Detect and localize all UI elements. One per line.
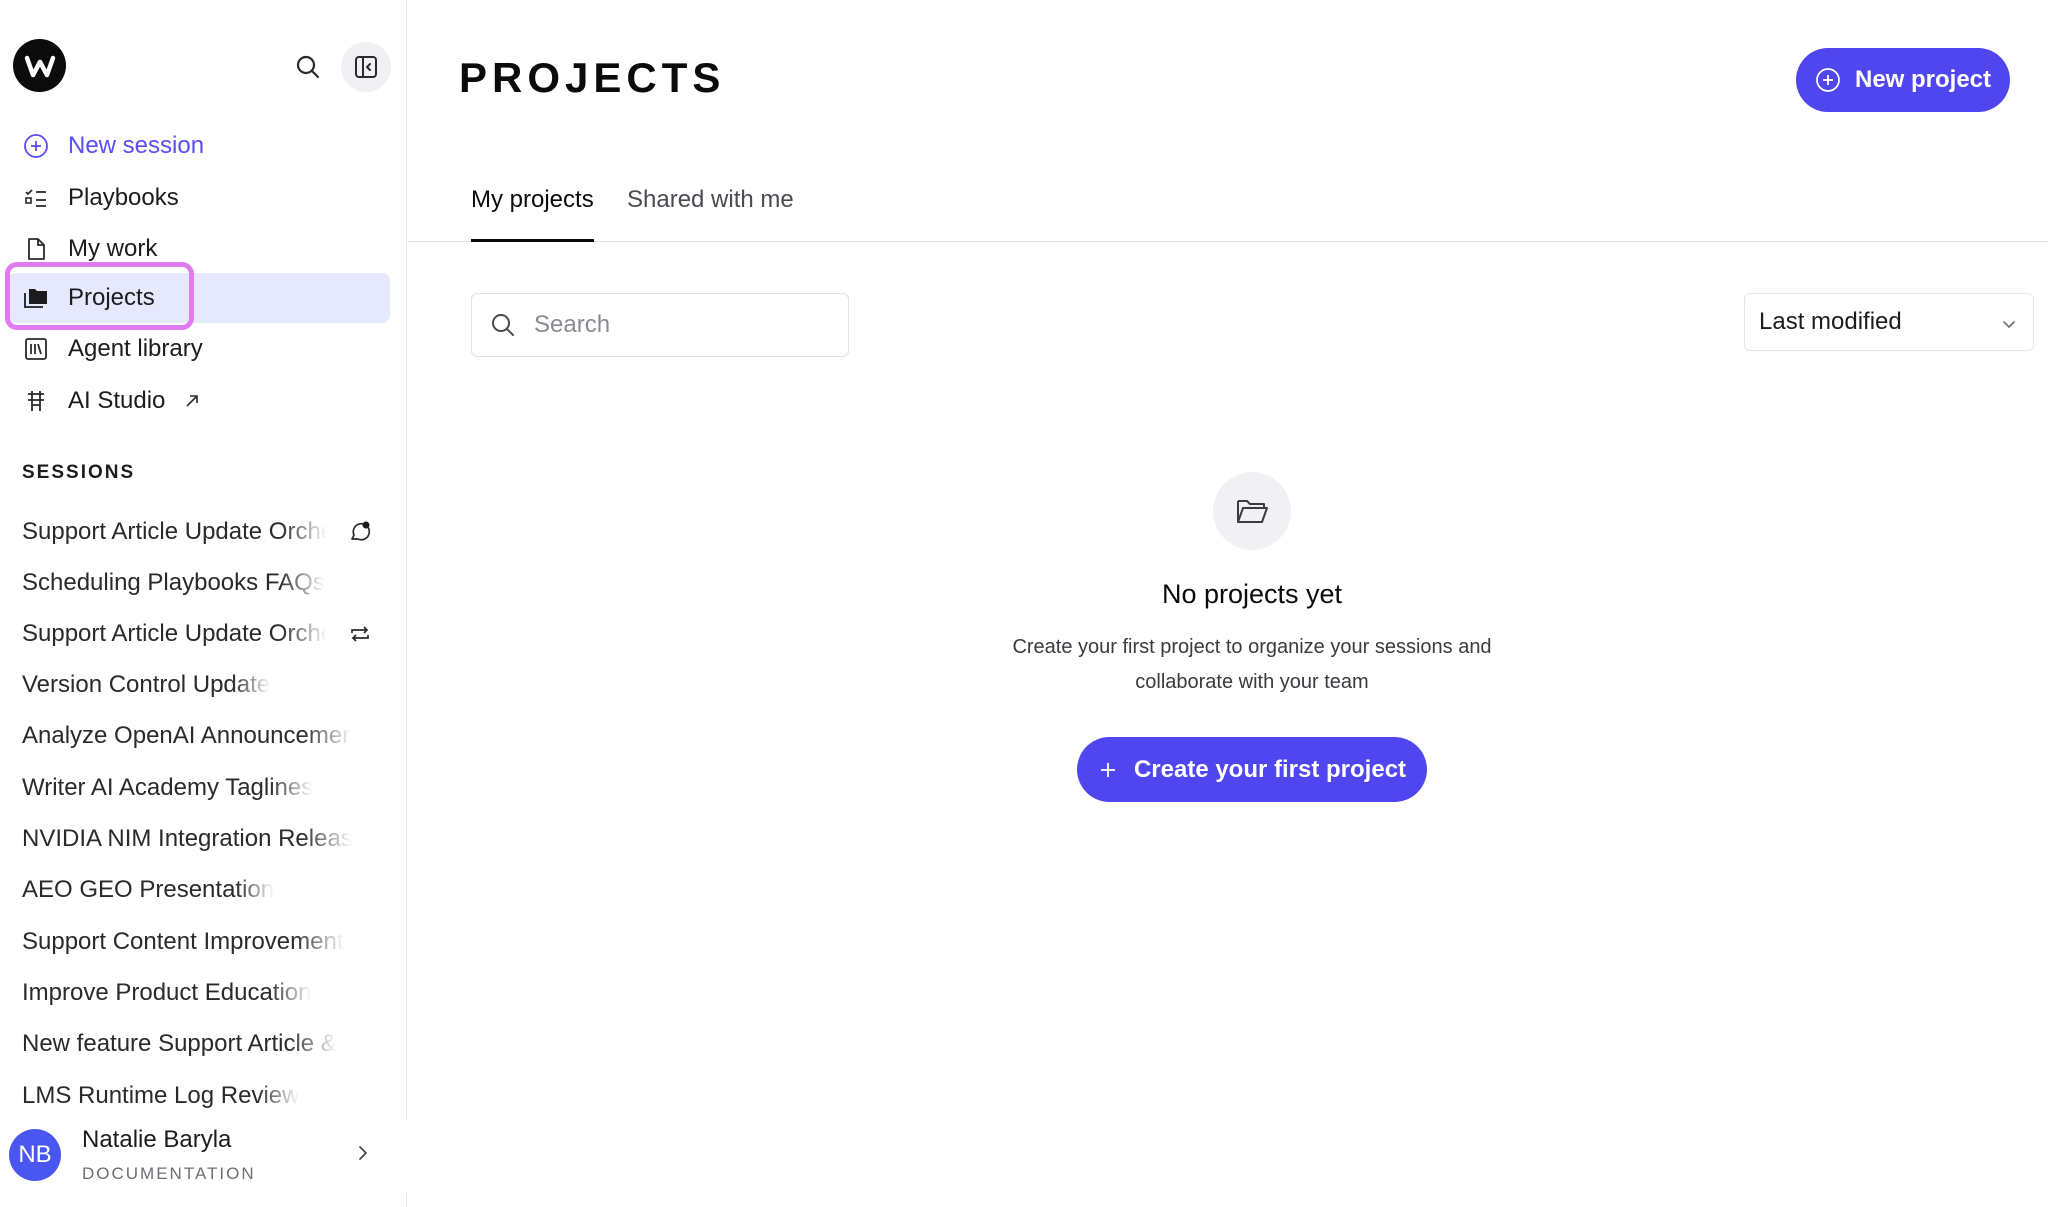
plus-icon — [1098, 760, 1118, 780]
session-title: Writer AI Academy Taglines — [22, 774, 314, 801]
nav-my-work[interactable]: My work — [8, 224, 390, 274]
session-item[interactable]: Support Article Update Orchestration — [22, 512, 382, 552]
session-title: Support Content Improvement — [22, 928, 344, 955]
nav-new-session[interactable]: New session — [8, 121, 390, 171]
tab-my-projects[interactable]: My projects — [471, 186, 594, 242]
session-item[interactable]: Scheduling Playbooks FAQs — [22, 563, 382, 603]
empty-state-description-line: collaborate with your team — [1135, 671, 1369, 693]
chevron-down-icon — [1999, 313, 2019, 341]
sidebar: New session Playbooks My work Projects A… — [0, 0, 407, 1207]
empty-state-description-line: Create your first project to organize yo… — [1012, 636, 1492, 658]
user-organization: DOCUMENTATION — [82, 1164, 256, 1183]
create-first-project-label: Create your first project — [1133, 755, 1407, 783]
nav-agent-library[interactable]: Agent library — [8, 324, 390, 374]
session-item[interactable]: LMS Runtime Log Review — [22, 1076, 382, 1116]
sessions-heading: SESSIONS — [22, 462, 136, 483]
studio-icon — [22, 387, 50, 415]
empty-folder-icon — [1213, 472, 1291, 550]
empty-state-description: Create your first project to organize yo… — [952, 630, 1552, 700]
session-title: Version Control Update — [22, 671, 271, 698]
nav-label: Projects — [68, 284, 155, 311]
nav-label: Playbooks — [68, 184, 179, 211]
sort-selected-value: Last modified — [1759, 308, 1902, 335]
create-first-project-button[interactable]: Create your first project — [1077, 737, 1427, 802]
session-title: NVIDIA NIM Integration Release — [22, 825, 352, 852]
tab-shared-with-me[interactable]: Shared with me — [627, 186, 794, 242]
search-icon — [296, 55, 320, 79]
repeat-icon — [346, 620, 374, 648]
page-title: PROJECTS — [459, 54, 726, 101]
new-project-button[interactable]: New project — [1796, 48, 2010, 112]
session-title: New feature Support Article & — [22, 1030, 337, 1057]
session-title: Support Article Update Orchestration — [22, 518, 327, 545]
avatar: NB — [9, 1129, 61, 1181]
session-item[interactable]: Analyze OpenAI Announcement — [22, 716, 382, 756]
nav-label: Agent library — [68, 335, 203, 362]
user-profile[interactable]: NB Natalie Baryla DOCUMENTATION — [0, 1120, 407, 1192]
session-title: Scheduling Playbooks FAQs — [22, 569, 325, 596]
session-item[interactable]: Support Content Improvement — [22, 922, 382, 962]
writer-logo[interactable] — [13, 39, 66, 92]
folders-icon — [22, 284, 50, 312]
nav-label: My work — [68, 235, 158, 262]
session-title: LMS Runtime Log Review — [22, 1082, 300, 1109]
nav-playbooks[interactable]: Playbooks — [8, 173, 390, 223]
nav-projects[interactable]: Projects — [8, 273, 390, 323]
sidebar-collapse-icon — [355, 56, 377, 78]
session-title: Analyze OpenAI Announcement — [22, 722, 352, 749]
nav-label: AI Studio — [68, 387, 166, 414]
project-search[interactable] — [471, 293, 849, 357]
session-item[interactable]: Writer AI Academy Taglines — [22, 768, 382, 808]
session-title: AEO GEO Presentation — [22, 876, 275, 903]
chevron-right-icon — [352, 1142, 374, 1169]
search-icon — [490, 312, 516, 338]
nav-label: New session — [68, 132, 205, 159]
plus-circle-icon — [22, 132, 50, 160]
session-item[interactable]: NVIDIA NIM Integration Release — [22, 819, 382, 859]
sidebar-search-button[interactable] — [283, 42, 333, 92]
logo-mark-icon — [24, 55, 55, 77]
session-title: Improve Product Education — [22, 979, 312, 1006]
document-icon — [22, 235, 50, 263]
collapse-sidebar-button[interactable] — [341, 42, 391, 92]
session-title: Support Article Update Orchestration — [22, 620, 327, 647]
sort-dropdown[interactable]: Last modified — [1744, 293, 2034, 351]
checklist-icon — [22, 184, 50, 212]
nav-ai-studio[interactable]: AI Studio — [8, 376, 390, 426]
session-item[interactable]: Improve Product Education — [22, 973, 382, 1013]
library-icon — [22, 335, 50, 363]
session-item[interactable]: AEO GEO Presentation — [22, 870, 382, 910]
session-item[interactable]: Support Article Update Orchestration — [22, 614, 382, 654]
search-input[interactable] — [534, 311, 824, 339]
new-project-label: New project — [1854, 66, 1992, 93]
plus-circle-icon — [1815, 67, 1841, 93]
user-name: Natalie Baryla — [82, 1126, 232, 1153]
external-link-icon — [183, 392, 201, 410]
empty-state-title: No projects yet — [1161, 579, 1343, 609]
project-tabs: My projects Shared with me — [408, 180, 2048, 242]
session-item[interactable]: Version Control Update — [22, 665, 382, 705]
session-item[interactable]: New feature Support Article & — [22, 1024, 382, 1064]
chat-notification-icon — [346, 518, 374, 546]
